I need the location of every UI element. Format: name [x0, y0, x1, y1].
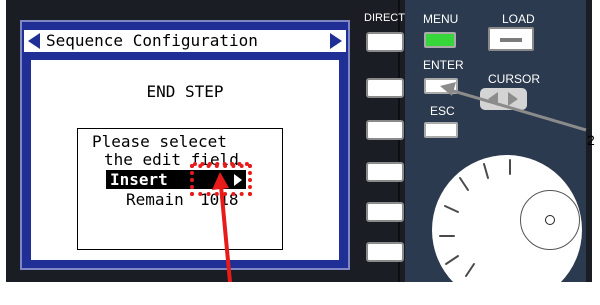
gray-callout-line — [449, 88, 587, 132]
red-arrowhead-icon — [212, 172, 229, 190]
callout-number: 2 — [587, 132, 595, 148]
gray-arrowhead-icon — [440, 82, 456, 96]
annotation-arrows — [212, 82, 587, 282]
red-pointer-line — [219, 185, 232, 282]
